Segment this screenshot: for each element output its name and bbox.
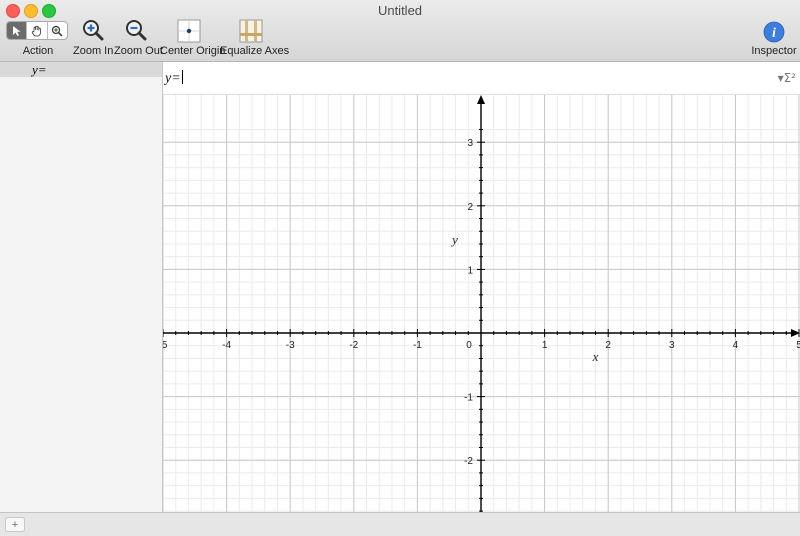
inspector-label: Inspector xyxy=(751,45,797,57)
hand-icon[interactable] xyxy=(27,22,48,39)
equation-list-item-label: y= xyxy=(32,62,47,77)
graph-canvas[interactable]: -5-4-3-2-1012345-3-2-1123xy xyxy=(163,95,800,512)
equalize-axes-icon xyxy=(239,19,263,43)
add-equation-button[interactable]: + xyxy=(5,517,25,532)
sigma-menu-icon[interactable]: ▾Σ² xyxy=(778,71,796,85)
equation-input[interactable]: y= xyxy=(165,70,183,87)
equation-editor[interactable]: y= ▾Σ² xyxy=(163,62,800,95)
center-origin-icon xyxy=(177,19,201,43)
info-icon: i xyxy=(763,21,785,43)
y-tick-label: 3 xyxy=(467,138,473,149)
y-tick-label: 2 xyxy=(467,202,473,213)
zoom-out-icon xyxy=(126,20,147,41)
y-tick-label: -2 xyxy=(464,456,473,467)
x-axis-label: x xyxy=(592,349,599,364)
x-tick-label: -3 xyxy=(286,340,295,351)
x-tick-label: 0 xyxy=(466,340,472,351)
graph-area: y= ▾Σ² -5-4-3-2-1012345-3-2-1123xy xyxy=(163,62,800,512)
x-tick-label: 1 xyxy=(542,340,548,351)
y-axis-label: y xyxy=(450,232,458,247)
x-tick-label: 5 xyxy=(796,340,800,351)
x-tick-label: 2 xyxy=(605,340,611,351)
y-tick-label: -1 xyxy=(464,393,473,404)
zoom-in-icon xyxy=(83,20,104,41)
bottom-bar: + xyxy=(0,512,800,536)
magnifier-icon[interactable] xyxy=(48,22,67,39)
zoom-in-label: Zoom In xyxy=(73,45,114,57)
action-segmented-control[interactable] xyxy=(6,21,68,40)
x-tick-label: 3 xyxy=(669,340,675,351)
equalize-axes-label: Equalize Axes xyxy=(220,45,290,57)
y-axis-arrow xyxy=(477,95,485,104)
text-cursor xyxy=(181,70,183,84)
x-tick-label: -2 xyxy=(349,340,358,351)
action-label: Action xyxy=(22,45,54,57)
equation-list-sidebar[interactable]: y= xyxy=(0,62,163,512)
equation-text: y= xyxy=(165,71,181,86)
arrow-icon[interactable] xyxy=(7,22,28,39)
window-title: Untitled xyxy=(377,3,423,18)
svg-text:i: i xyxy=(772,26,776,41)
title-bar: Untitled Action Zoom In Zoom Out Center … xyxy=(0,0,800,62)
equation-list-item[interactable]: y= xyxy=(0,62,162,77)
center-origin-label: Center Origin xyxy=(160,45,226,57)
x-tick-label: -1 xyxy=(413,340,422,351)
x-tick-label: -4 xyxy=(222,340,231,351)
x-tick-label: 4 xyxy=(733,340,739,351)
x-tick-label: -5 xyxy=(163,340,168,351)
zoom-out-label: Zoom Out xyxy=(114,45,163,57)
y-tick-label: 1 xyxy=(467,265,473,276)
